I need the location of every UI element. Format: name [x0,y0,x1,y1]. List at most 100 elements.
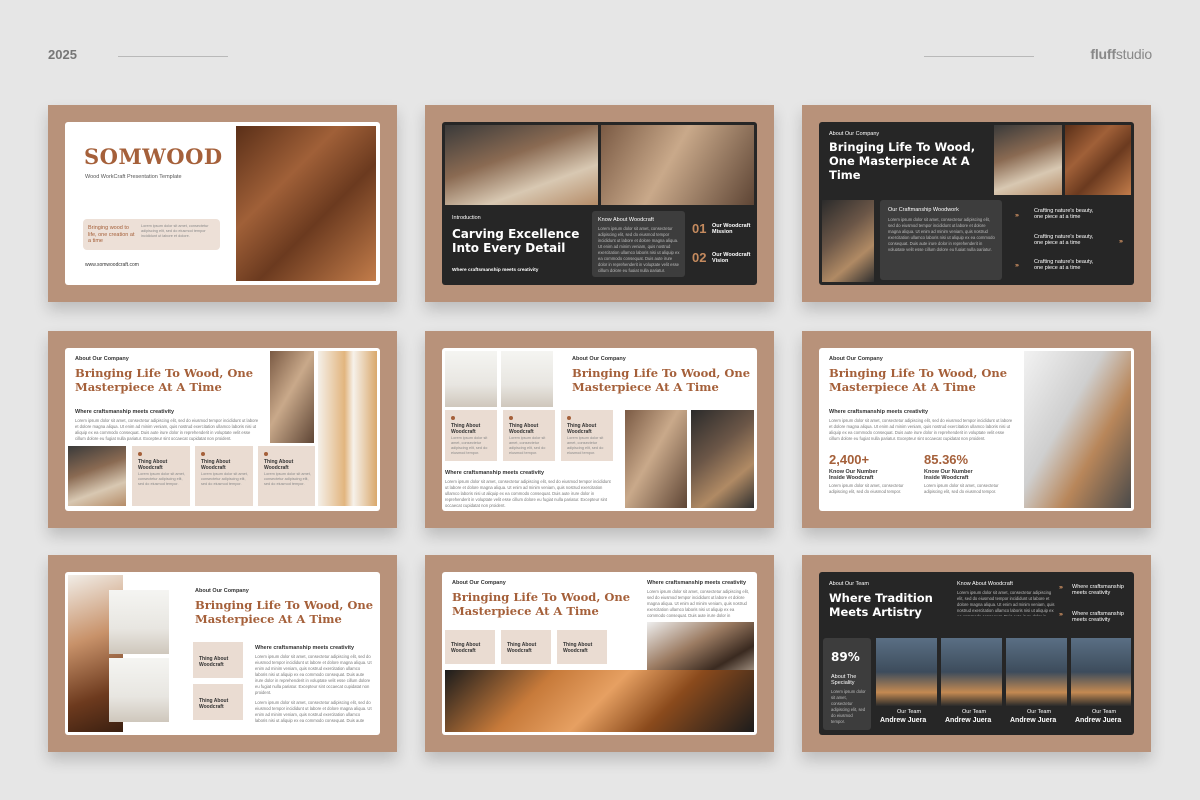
slide-thumbnail-8[interactable]: About Our Company Bringing Life To Wood,… [425,555,774,752]
team-photo-4 [1071,638,1131,706]
know-panel: Know About Woodcraft Know About Woodcraf… [592,211,685,277]
jigsaw-photo [445,125,598,205]
brand-logo: fluffstudio [1090,46,1152,62]
workshop-photo [601,125,754,205]
jigsaw-photo [68,446,126,506]
chair-photo [109,658,169,722]
team-name-2: Andrew Juera [945,717,992,724]
about-sub: Where craftsmanship meets creativity [445,470,545,476]
about-sub: Where craftsmanship meets creativity [75,409,175,415]
slide-thumbnail-2[interactable]: Introduction Carving Excellence Into Eve… [425,105,774,302]
header-divider-left [118,56,228,57]
about-kicker: About Our Company [572,356,626,362]
slide-canvas: About Our Team Where Tradition Meets Art… [819,572,1134,735]
bullet-icon [451,416,455,420]
about-body-2: Lorem ipsum dolor sit amet, consectetur … [255,700,372,723]
team-photo-3 [1006,638,1067,706]
bullet-icon [509,416,513,420]
chair-photo [501,351,553,407]
stat-label-1: Know Our Number Inside Woodcraft [829,469,878,481]
slide-thumbnail-1[interactable]: SOMWOOD Wood WorkCraft Presentation Temp… [48,105,397,302]
tile-label: Thing About Woodcraft [507,642,537,654]
wooden-hexagons-photo [445,670,754,732]
chevron-right-icon: ››› [1119,239,1123,245]
tile-text: Lorem ipsum dolor sit amet, consectetur … [567,436,604,455]
tile-label: Thing About Woodcraft [264,459,294,471]
pews-photo [1065,125,1131,195]
stat-body-2: Lorem ipsum dolor sit amet, consectetur … [924,483,999,494]
tile-label: Thing About Woodcraft [451,423,481,435]
about-body: Lorem ipsum dolor sit amet, consectetur … [445,479,611,508]
tile-label: Thing About Woodcraft [199,656,229,668]
slide-thumbnail-7[interactable]: About Our Company Bringing Life To Wood,… [48,555,397,752]
slide-canvas: About Our Company Bringing Life To Wood,… [442,572,757,735]
team-role-4: Our Team [1092,709,1117,715]
carving-photo [625,410,687,508]
panel-title: Our Craftmanship Woodwork [888,207,959,213]
bullet-icon [201,452,205,456]
slide-thumbnail-4[interactable]: About Our Company Bringing Life To Wood,… [48,331,397,528]
tile-label: Thing About Woodcraft [563,642,593,654]
team-photo-2 [941,638,1002,706]
slide-thumbnail-9[interactable]: About Our Team Where Tradition Meets Art… [802,555,1151,752]
about-title: Bringing Life To Wood, One Masterpiece A… [452,590,631,618]
chevron-right-icon: ››› [1015,263,1019,269]
tile-label: Thing About Woodcraft [509,423,539,435]
about-kicker: About Our Company [452,580,506,586]
stat-value: 89% [831,650,860,664]
about-kicker: About Our Company [829,131,880,137]
slide-thumbnail-3[interactable]: About Our Company Bringing Life To Wood,… [802,105,1151,302]
carving-photo [270,351,314,443]
panel-body: Lorem ipsum dolor sit amet, consectetur … [957,590,1055,616]
team-name-3: Andrew Juera [1010,717,1057,724]
bullet-icon [264,452,268,456]
tile-text: Lorem ipsum dolor sit amet, consectetur … [264,472,311,486]
room-photo [445,351,497,407]
tile-text: Lorem ipsum dolor sit amet, consectetur … [138,472,185,486]
tile-label: Thing About Woodcraft [201,459,231,471]
slide-thumbnail-6[interactable]: About Our Company Bringing Life To Wood,… [802,331,1151,528]
chisels-photo [691,410,754,508]
about-title: Bringing Life To Wood, One Masterpiece A… [195,598,374,626]
woodcraft-tile: Thing About Woodcraft [445,630,495,664]
brand-bold: fluff [1090,46,1116,62]
slide-subtitle: Wood WorkCraft Presentation Template [85,174,182,180]
panel-body: Lorem ipsum dolor sit amet, consectetur … [598,226,680,272]
about-sub: Where craftsmanship meets creativity [255,645,355,651]
about-sub: Where craftsmanship meets creativity [829,409,929,415]
panel-title: Know About Woodcraft [957,581,1013,587]
panel-title: Know About Woodcraft [598,217,654,223]
team-name-1: Andrew Juera [880,717,927,724]
tile-text: Lorem ipsum dolor sit amet, consectetur … [201,472,248,486]
team-title: Where Tradition Meets Artistry [829,591,933,619]
slide-title: SOMWOOD [84,144,223,169]
bullet-icon [567,416,571,420]
about-sub: Where craftsmanship meets creativity [647,580,747,586]
craft-panel: Our Craftmanship Woodwork Lorem ipsum do… [880,200,1002,280]
stat-body-1: Lorem ipsum dolor sit amet, consectetur … [829,483,904,494]
chevron-right-icon: ››› [1059,612,1063,618]
stat-value-1: 2,400+ [829,452,870,467]
tagline-box: Bringing wood to life, one creation at a… [83,219,220,250]
slide-canvas: SOMWOOD Wood WorkCraft Presentation Temp… [65,122,380,285]
tile-label: Thing About Woodcraft [567,423,597,435]
item-label-2: Our Woodcraft Vision [712,252,751,264]
team-role-1: Our Team [897,709,922,715]
about-title: Bringing Life To Wood, One Masterpiece A… [829,366,1008,394]
item-number-1: 01 [692,221,707,236]
tile-label: Thing About Woodcraft [138,459,168,471]
tile-label: Thing About Woodcraft [451,642,481,654]
woodcraft-tile: Thing About Woodcraft Lorem ipsum dolor s… [445,410,497,461]
woodcraft-tile: Thing About Woodcraft [501,630,551,664]
tagline-text: Bringing wood to life, one creation at a… [88,225,135,244]
about-title: Bringing Life To Wood, One Masterpiece A… [75,366,254,394]
church-pews-photo [236,126,376,281]
stat-body: Lorem ipsum dolor sit amet, consectetur … [831,689,866,724]
tile-text: Lorem ipsum dolor sit amet, consectetur … [509,436,546,455]
team-kicker: About Our Team [829,581,869,587]
slide-thumbnail-5[interactable]: About Our Company Bringing Life To Wood,… [425,331,774,528]
team-name-4: Andrew Juera [1075,717,1122,724]
slide-canvas: About Our Company Bringing Life To Wood,… [442,348,757,511]
stat-label: About The Speciality [831,674,857,686]
about-title: Bringing Life To Wood, One Masterpiece A… [572,366,751,394]
